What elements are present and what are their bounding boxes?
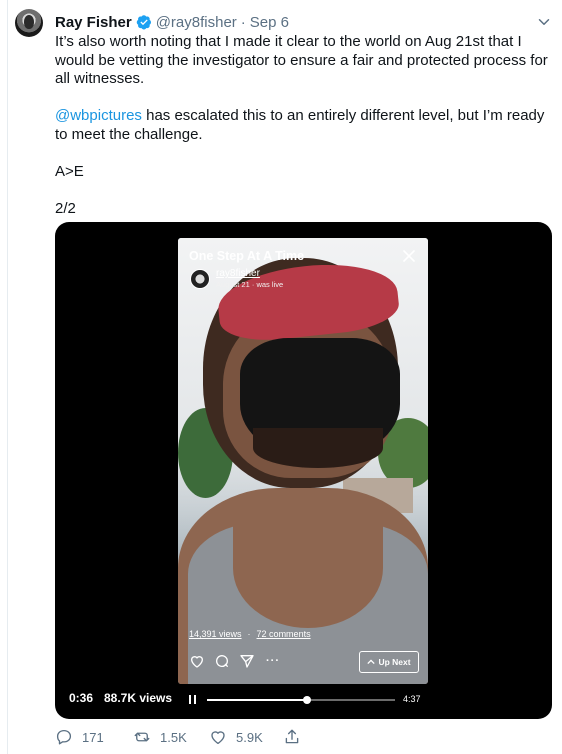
- verified-badge-icon: [136, 15, 151, 30]
- comment-icon[interactable]: [214, 653, 230, 669]
- heart-icon: [211, 731, 225, 745]
- view-count-link[interactable]: 14,391 views: [189, 629, 242, 639]
- up-next-button[interactable]: Up Next: [359, 651, 419, 673]
- header-separator: ·: [240, 13, 246, 31]
- progress-track[interactable]: [207, 696, 395, 704]
- scrubber-handle[interactable]: [302, 696, 311, 704]
- elapsed-time: 0:36: [69, 691, 94, 705]
- like-button[interactable]: 5.9K: [209, 728, 283, 746]
- tweet-paragraph: It’s also worth noting that I made it cl…: [55, 33, 548, 87]
- tweet-header: Ray Fisher @ray8fisher · Sep 6: [55, 12, 289, 32]
- author-avatar[interactable]: [15, 9, 43, 37]
- reply-count: 171: [82, 729, 104, 745]
- tweet-paragraph: A>E: [55, 162, 84, 180]
- tweet-paragraph: @wbpictures has escalated this to an ent…: [55, 107, 550, 144]
- video-duration: 4:37: [403, 694, 421, 704]
- tweet-paragraph: 2/2: [55, 199, 76, 217]
- video-frame[interactable]: One Step At A Time ray8fisher August 21 …: [178, 238, 428, 684]
- comments-link[interactable]: 72 comments: [257, 629, 311, 639]
- up-next-label: Up Next: [378, 657, 411, 667]
- reply-icon: [56, 729, 72, 745]
- like-count: 5.9K: [236, 729, 263, 745]
- share-button[interactable]: [283, 728, 301, 746]
- pause-icon[interactable]: [189, 695, 197, 704]
- timeline-border: [7, 0, 8, 754]
- mention-link[interactable]: @wbpictures: [55, 107, 142, 124]
- tweet-actions: 171 1.5K 5.9K: [55, 728, 301, 746]
- video-player[interactable]: One Step At A Time ray8fisher August 21 …: [55, 222, 552, 719]
- chevron-up-icon: [367, 659, 376, 665]
- share-icon[interactable]: [239, 653, 255, 669]
- tweet-date[interactable]: Sep 6: [250, 14, 289, 31]
- retweet-count: 1.5K: [160, 729, 187, 745]
- stats-separator: ·: [247, 629, 251, 639]
- live-avatar[interactable]: [190, 269, 210, 289]
- video-scene-neck: [233, 508, 383, 628]
- progress-fill: [207, 699, 307, 701]
- video-controls: 0:36 88.7K views 4:37: [55, 686, 552, 710]
- chevron-down-icon[interactable]: [535, 13, 553, 31]
- retweet-button[interactable]: 1.5K: [133, 728, 209, 746]
- video-stats: 14,391 views · 72 comments: [189, 629, 311, 639]
- live-title: One Step At A Time: [189, 249, 305, 263]
- author-handle[interactable]: @ray8fisher: [156, 14, 237, 31]
- share-icon: [285, 729, 299, 744]
- live-meta: August 21 · was live: [216, 280, 284, 289]
- close-icon[interactable]: [401, 248, 417, 264]
- video-scene-beard: [253, 428, 383, 468]
- view-count: 88.7K views: [104, 691, 173, 705]
- video-action-bar: ···: [189, 653, 280, 669]
- more-options-icon[interactable]: ···: [266, 655, 280, 667]
- tweet-body: It’s also worth noting that I made it cl…: [55, 33, 550, 218]
- retweet-icon: [134, 732, 150, 742]
- live-username[interactable]: ray8fisher: [216, 268, 260, 279]
- reply-button[interactable]: 171: [55, 728, 133, 746]
- heart-icon[interactable]: [189, 653, 205, 669]
- author-name[interactable]: Ray Fisher: [55, 14, 132, 31]
